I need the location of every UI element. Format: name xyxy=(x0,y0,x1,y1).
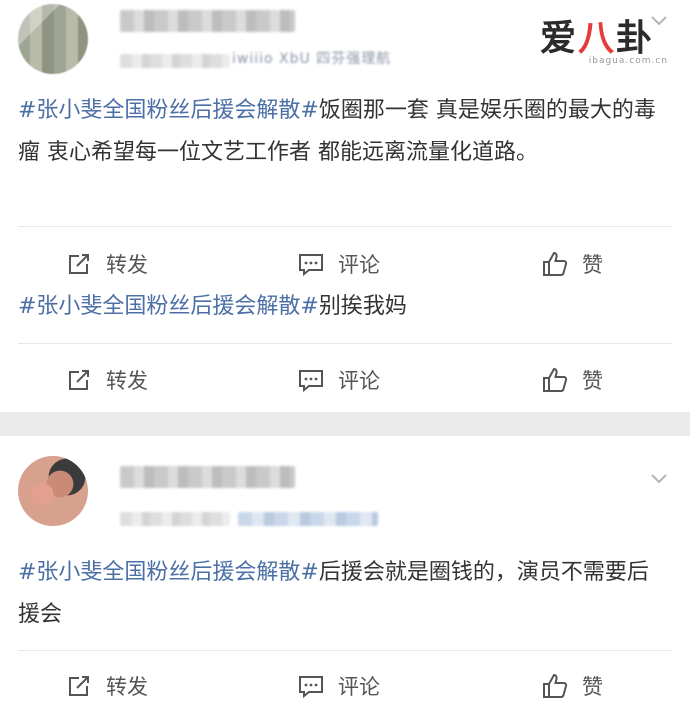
repost-icon xyxy=(64,365,94,395)
username-blurred[interactable] xyxy=(120,10,295,32)
aibagua-logo: 爱八卦 ibagua.com.cn xyxy=(540,17,668,66)
repost-button[interactable]: 转发 xyxy=(64,246,148,282)
repost-button[interactable]: 转发 xyxy=(64,362,148,398)
hashtag-link[interactable]: #张小斐全国粉丝后援会解散# xyxy=(18,560,319,585)
username-blurred[interactable] xyxy=(120,466,295,488)
like-button[interactable]: 赞 xyxy=(540,668,603,704)
post-time-blurred xyxy=(120,54,230,68)
comment-icon xyxy=(296,671,326,701)
repost-icon xyxy=(64,671,94,701)
comment-icon xyxy=(296,365,326,395)
repost-button[interactable]: 转发 xyxy=(64,668,148,704)
thumbs-up-icon xyxy=(540,249,570,279)
hashtag-link[interactable]: #张小斐全国粉丝后援会解散# xyxy=(18,98,319,123)
post-content: #张小斐全国粉丝后援会解散#饭圈那一套 真是娱乐圈的最大的毒瘤 衷心希望每一位文… xyxy=(18,98,656,165)
comment-icon xyxy=(296,249,326,279)
comment-button[interactable]: 评论 xyxy=(296,246,380,282)
post-source-blurred xyxy=(238,512,378,526)
divider xyxy=(18,650,672,651)
chevron-down-icon[interactable] xyxy=(650,470,668,488)
thumbs-up-icon xyxy=(540,365,570,395)
weibo-post-card-1: iwiiio XbU 四芬强理航 爱八卦 ibagua.com.cn #张小斐全… xyxy=(0,0,690,412)
like-button[interactable]: 赞 xyxy=(540,246,603,282)
post-source-text: iwiiio XbU 四芬强理航 xyxy=(232,51,392,67)
feed-separator xyxy=(0,412,690,436)
post-content: #张小斐全国粉丝后援会解散#别挨我妈 xyxy=(18,294,407,319)
user-avatar[interactable] xyxy=(18,456,88,526)
hashtag-link[interactable]: #张小斐全国粉丝后援会解散# xyxy=(18,294,319,319)
post-content: #张小斐全国粉丝后援会解散#后援会就是圈钱的，演员不需要后援会 xyxy=(18,560,649,627)
comment-button[interactable]: 评论 xyxy=(296,362,380,398)
post-time-blurred xyxy=(120,512,230,526)
weibo-post-card-2: #张小斐全国粉丝后援会解散#后援会就是圈钱的，演员不需要后援会 转发 评论 赞 xyxy=(0,436,690,716)
user-avatar[interactable] xyxy=(18,4,88,74)
comment-button[interactable]: 评论 xyxy=(296,668,380,704)
divider xyxy=(18,343,672,344)
divider xyxy=(18,226,672,227)
thumbs-up-icon xyxy=(540,671,570,701)
repost-icon xyxy=(64,249,94,279)
like-button[interactable]: 赞 xyxy=(540,362,603,398)
